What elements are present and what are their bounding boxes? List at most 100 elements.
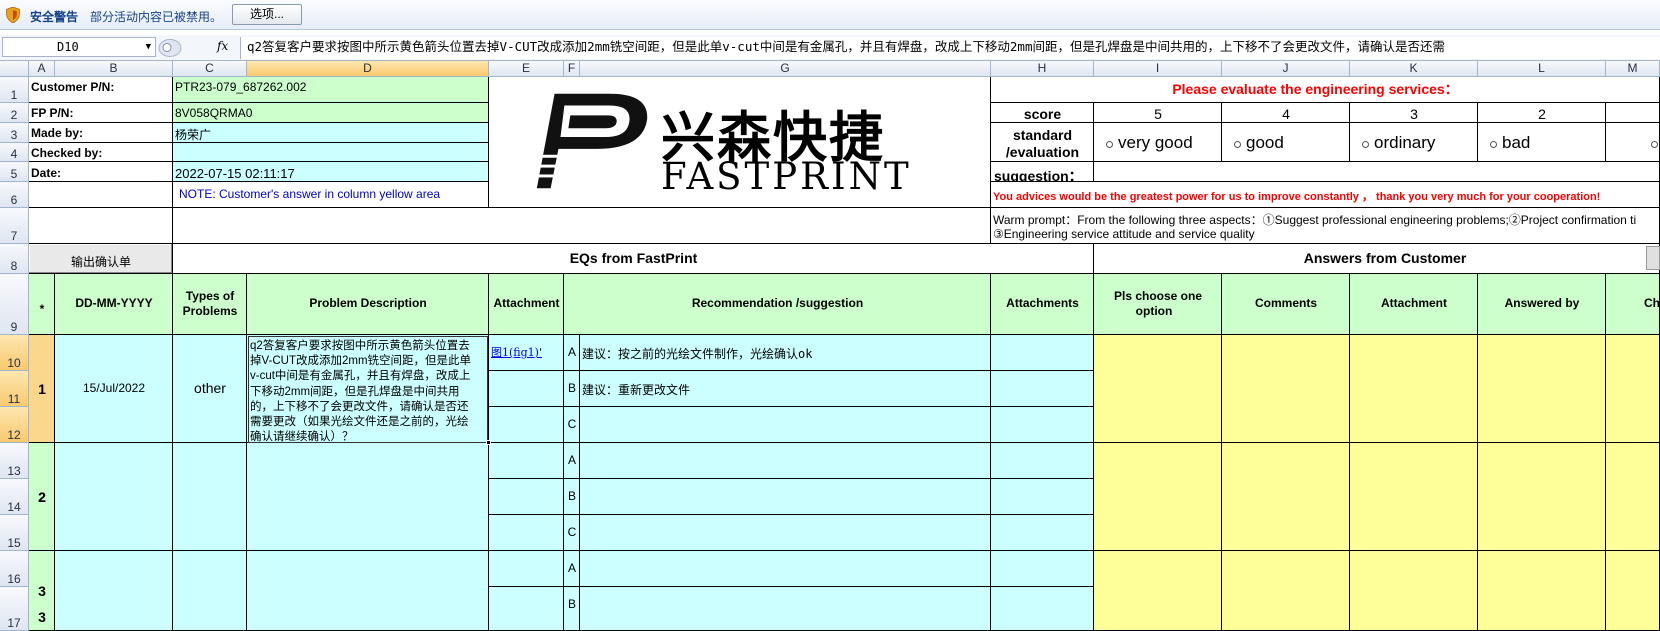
row-header-5[interactable]: 5	[0, 162, 29, 182]
column-header-e[interactable]: E	[489, 61, 564, 77]
eq3-attachments-cell-0[interactable]	[991, 551, 1094, 587]
column-header-i[interactable]: I	[1094, 61, 1222, 77]
column-header-c[interactable]: C	[173, 61, 247, 77]
select-all-corner[interactable]	[0, 61, 29, 77]
eq2-attachments-cell-1[interactable]	[991, 479, 1094, 515]
eq1-cust-attachment-cell[interactable]	[1350, 335, 1478, 443]
rating-radio-1[interactable]	[1234, 141, 1241, 148]
row-header-3[interactable]: 3	[0, 123, 29, 143]
column-header-a[interactable]: A	[29, 61, 55, 77]
eq3-recommendation-cell-0[interactable]	[580, 551, 991, 587]
rating-radio-0[interactable]	[1106, 141, 1113, 148]
eq3-attachment-cell-0[interactable]	[489, 551, 564, 587]
fill-handle[interactable]	[486, 440, 491, 445]
row-header-16[interactable]: 16	[0, 551, 29, 587]
eq3-choice-cell[interactable]	[1094, 551, 1222, 631]
answers-side-button[interactable]	[1646, 246, 1660, 270]
eq1-checked-cell[interactable]	[1606, 335, 1660, 443]
eq3-checked-cell[interactable]	[1606, 551, 1660, 631]
rating-radio-4[interactable]	[1651, 141, 1658, 148]
eq1-attachments-cell-1[interactable]	[991, 371, 1094, 407]
eq1-attachment-cell-2[interactable]	[489, 407, 564, 443]
suggestion-input[interactable]	[1094, 162, 1660, 182]
eq2-attachments-cell-0[interactable]	[991, 443, 1094, 479]
row-header-14[interactable]: 14	[0, 479, 29, 515]
column-header-d[interactable]: D	[247, 61, 489, 77]
eq1-answered-by-cell[interactable]	[1478, 335, 1606, 443]
security-warning-message: 部分活动内容已被禁用。	[90, 10, 223, 24]
formula-input[interactable]: q2答复客户要求按图中所示黄色箭头位置去掉V-CUT改成添加2mm铣空间距，但是…	[240, 37, 1660, 59]
eq2-recommendation-cell-1[interactable]	[580, 479, 991, 515]
eq1-option-letter: A	[567, 345, 576, 359]
eq2-attachments-cell-2[interactable]	[991, 515, 1094, 551]
rating-cell-3[interactable]	[1478, 123, 1606, 162]
eq2-attachment-cell-1[interactable]	[489, 479, 564, 515]
eq3-type-cell[interactable]	[173, 551, 247, 631]
rating-radio-2[interactable]	[1362, 141, 1369, 148]
row-header-6[interactable]: 6	[0, 182, 29, 208]
row-header-12[interactable]: 12	[0, 407, 29, 443]
row-header-13[interactable]: 13	[0, 443, 29, 479]
eq3-answered-by-cell[interactable]	[1478, 551, 1606, 631]
row-header-17[interactable]: 17	[0, 587, 29, 631]
eq3-description-cell[interactable]	[247, 551, 489, 631]
eq1-attachments-cell-0[interactable]	[991, 335, 1094, 371]
column-header-l[interactable]: L	[1478, 61, 1606, 77]
eq1-comments-cell[interactable]	[1222, 335, 1350, 443]
eq2-type-cell[interactable]	[173, 443, 247, 551]
eq3-attachment-cell-1[interactable]	[489, 587, 564, 631]
eq1-description-line: v-cut中间是有金属孔，并且有焊盘，改成上	[250, 370, 471, 383]
eq2-choice-cell[interactable]	[1094, 443, 1222, 551]
eq2-attachment-cell-0[interactable]	[489, 443, 564, 479]
column-header-f[interactable]: F	[564, 61, 580, 77]
options-button[interactable]: 选项...	[232, 4, 302, 25]
name-box[interactable]: D10 ▼	[2, 37, 156, 57]
row-header-10[interactable]: 10	[0, 335, 29, 371]
eq3-recommendation-cell-1[interactable]	[580, 587, 991, 631]
rating-radio-3[interactable]	[1490, 141, 1497, 148]
eq1-attachment-cell-1[interactable]	[489, 371, 564, 407]
eq3-comments-cell[interactable]	[1222, 551, 1350, 631]
eq2-attachment-cell-2[interactable]	[489, 515, 564, 551]
eq1-option-letter: B	[567, 381, 576, 395]
column-header-j[interactable]: J	[1222, 61, 1350, 77]
column-header-b[interactable]: B	[55, 61, 173, 77]
eq1-choice-cell[interactable]	[1094, 335, 1222, 443]
eq2-cust-attachment-cell[interactable]	[1350, 443, 1478, 551]
eq2-description-cell[interactable]	[247, 443, 489, 551]
column-header-k[interactable]: K	[1350, 61, 1478, 77]
eq1-recommendation-cell-2[interactable]	[580, 407, 991, 443]
row-header-1[interactable]: 1	[0, 77, 29, 103]
made-by-value-cell[interactable]	[173, 123, 489, 143]
row-header-11[interactable]: 11	[0, 371, 29, 407]
eq2-date-cell[interactable]	[55, 443, 173, 551]
eq1-attachments-cell-2[interactable]	[991, 407, 1094, 443]
row-header-9[interactable]: 9	[0, 274, 29, 335]
row-header-4[interactable]: 4	[0, 143, 29, 162]
eq1-date: 15/Jul/2022	[82, 381, 146, 395]
checked-by-value-cell[interactable]	[173, 143, 489, 162]
eq1-number: 1	[38, 381, 46, 397]
answers-title: Answers from Customer	[1303, 250, 1467, 266]
eq2-recommendation-cell-0[interactable]	[580, 443, 991, 479]
eq1-option-letter: C	[567, 417, 577, 431]
row-header-2[interactable]: 2	[0, 103, 29, 123]
row-header-8[interactable]: 8	[0, 244, 29, 274]
chevron-down-icon[interactable]: ▼	[146, 38, 151, 56]
column-header-m[interactable]: M	[1606, 61, 1660, 77]
eq2-recommendation-cell-2[interactable]	[580, 515, 991, 551]
eq1-attachment-link[interactable]: 图1(fig1)'	[491, 344, 542, 360]
eq3-cust-attachment-cell[interactable]	[1350, 551, 1478, 631]
row-header-7[interactable]: 7	[0, 208, 29, 244]
eq3-date-cell[interactable]	[55, 551, 173, 631]
column-header-h[interactable]: H	[991, 61, 1094, 77]
eq2-answered-by-cell[interactable]	[1478, 443, 1606, 551]
rating-option-0: very good	[1118, 133, 1193, 152]
eq3-attachments-cell-1[interactable]	[991, 587, 1094, 631]
rating-cell-1[interactable]	[1222, 123, 1350, 162]
eq2-checked-cell[interactable]	[1606, 443, 1660, 551]
column-header-g[interactable]: G	[580, 61, 991, 77]
eq2-comments-cell[interactable]	[1222, 443, 1350, 551]
insert-function-icon[interactable]: fx	[217, 39, 228, 53]
row-header-15[interactable]: 15	[0, 515, 29, 551]
